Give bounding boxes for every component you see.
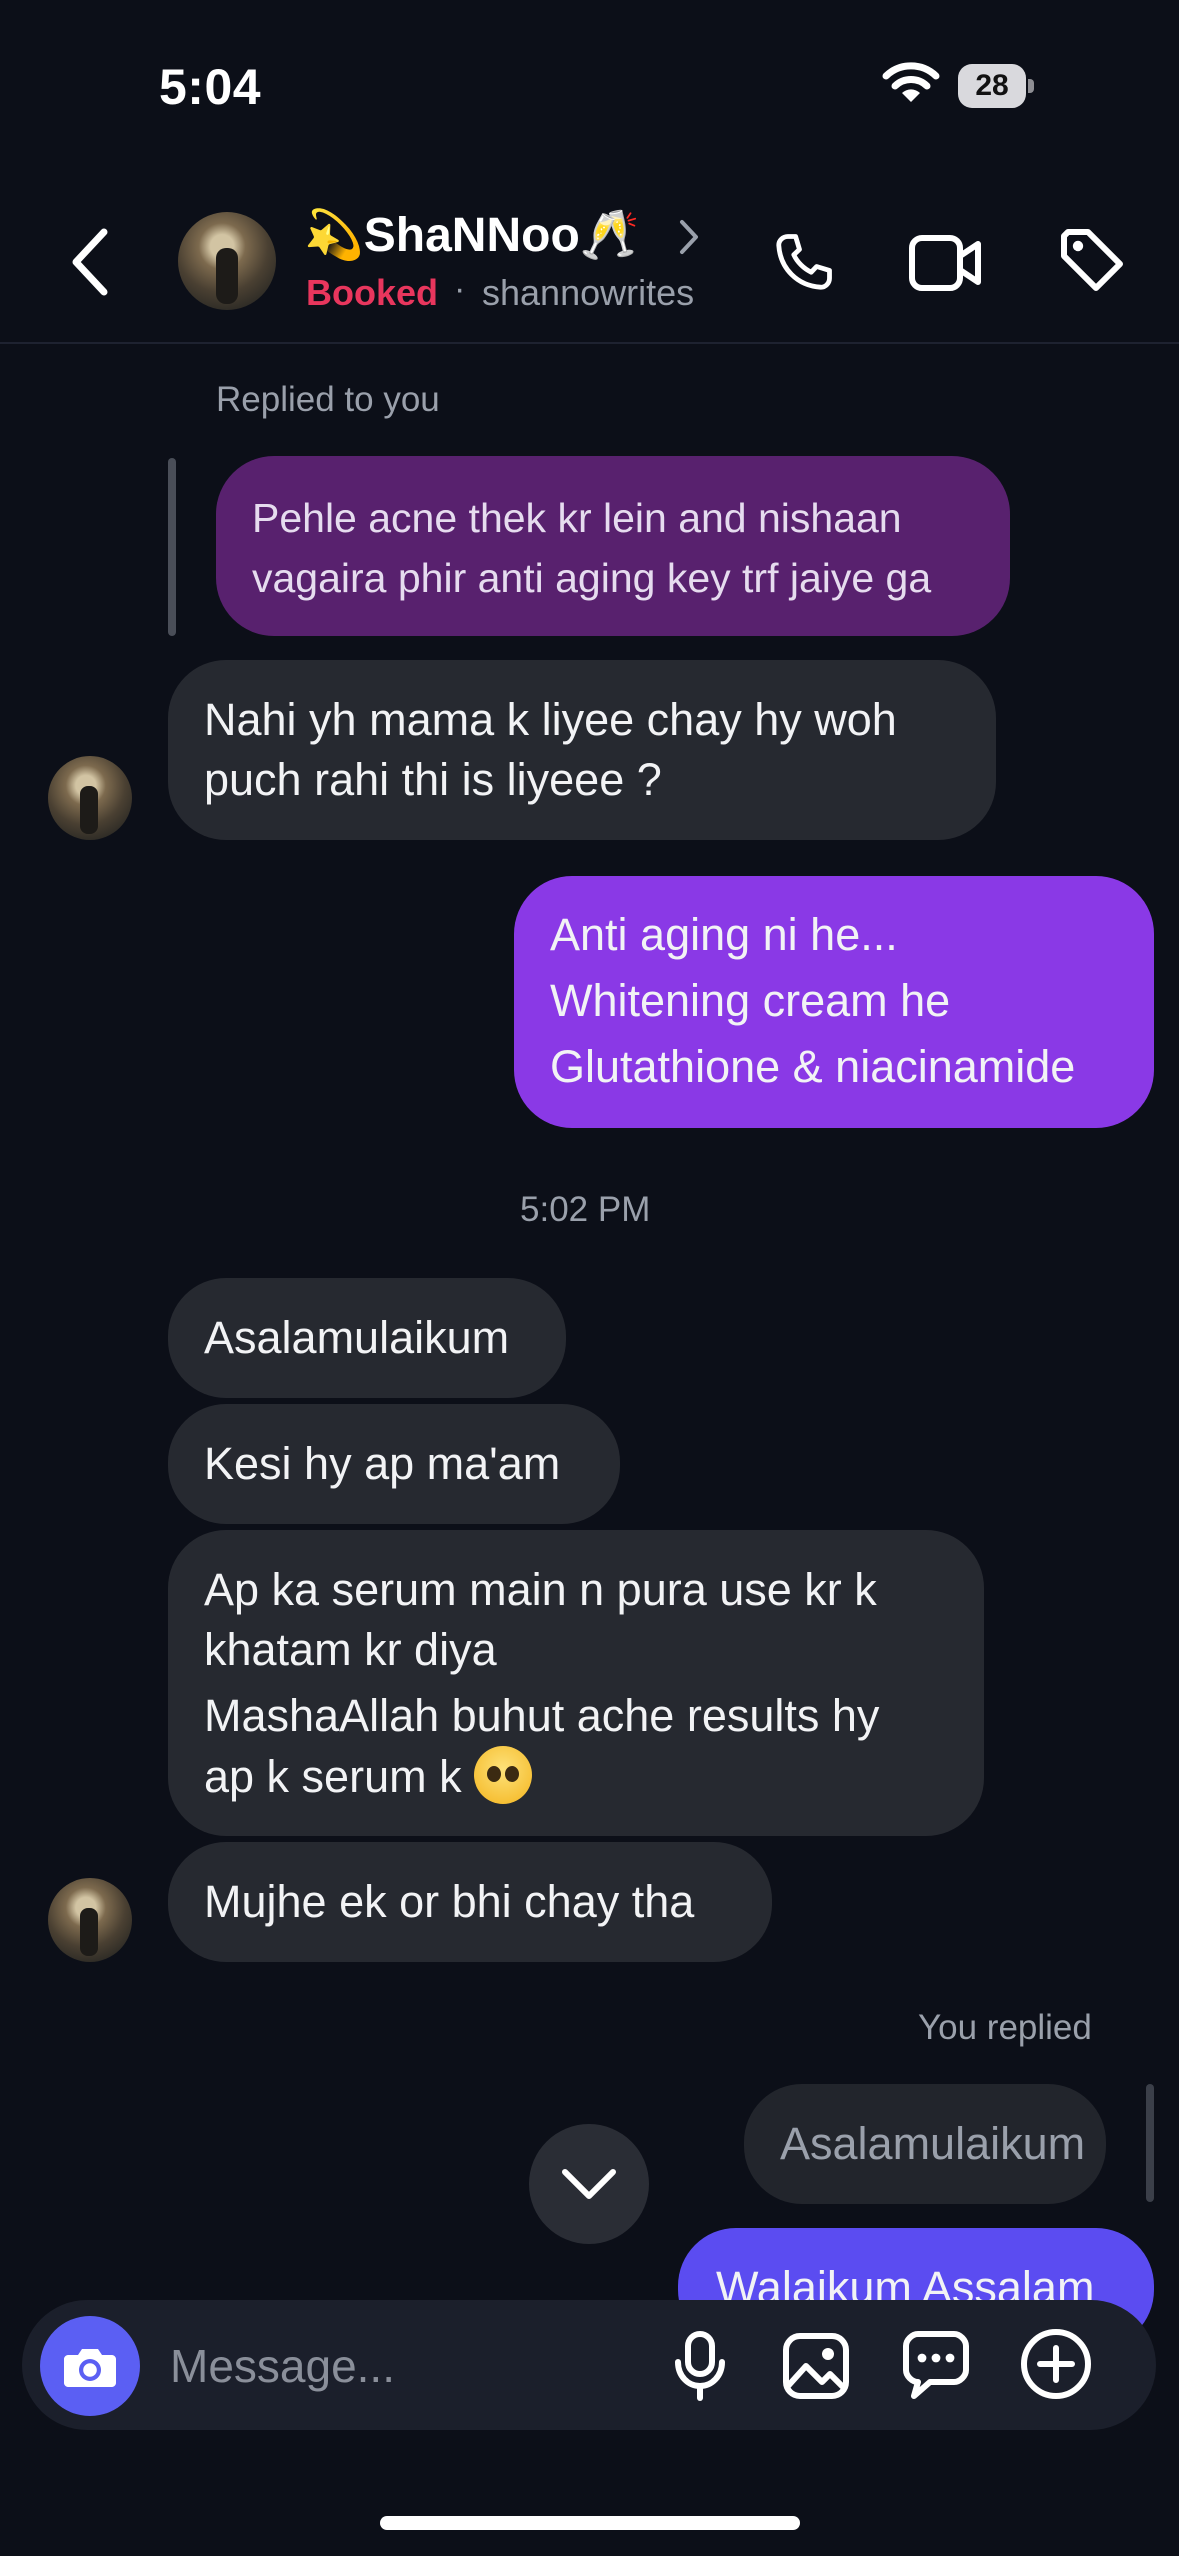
chevron-down-icon [562, 2169, 616, 2199]
message-line: ap k serum k [204, 1746, 948, 1807]
message-text: Asalamulaikum [780, 2118, 1086, 2169]
camera-icon [64, 2349, 116, 2387]
wifi-icon [882, 62, 940, 102]
message-line: Nahi yh mama k liyee chay hy woh [204, 694, 897, 745]
incoming-message[interactable]: Nahi yh mama k liyee chay hy woh puch ra… [168, 660, 996, 840]
message-line: puch rahi thi is liyeee ? [204, 754, 662, 805]
message-input[interactable] [170, 2328, 650, 2404]
battery-indicator: 28 [958, 64, 1034, 108]
contact-status-badge: Booked [306, 272, 439, 313]
contact-avatar[interactable] [178, 212, 276, 310]
chat-header: 💫ShaNNoo🥂 Booked · shannowrites [0, 180, 1179, 344]
message-line: khatam kr diya [204, 1624, 497, 1675]
battery-level: 28 [975, 69, 1009, 102]
sticker-icon[interactable] [902, 2330, 970, 2400]
you-replied-label: You replied [918, 2008, 1092, 2047]
outgoing-message[interactable]: Anti aging ni he... Whitening cream he G… [514, 876, 1154, 1128]
microphone-icon[interactable] [670, 2330, 730, 2402]
message-line: MashaAllah buhut ache results hy [204, 1690, 880, 1741]
tag-icon[interactable] [1056, 224, 1128, 296]
gallery-icon[interactable] [782, 2332, 850, 2400]
home-indicator[interactable] [380, 2516, 800, 2530]
message-text: Asalamulaikum [204, 1312, 510, 1363]
sender-avatar[interactable] [48, 1878, 132, 1962]
timestamp: 5:02 PM [520, 1190, 651, 1229]
status-time: 5:04 [159, 59, 262, 115]
message-line: Ap ka serum main n pura use kr k [204, 1564, 877, 1615]
chevron-right-icon[interactable] [676, 216, 702, 258]
message-composer [22, 2300, 1156, 2430]
message-line: Glutathione & niacinamide [550, 1041, 1076, 1092]
scroll-to-bottom-button[interactable] [529, 2124, 649, 2244]
video-camera-icon[interactable] [908, 232, 984, 294]
back-icon[interactable] [66, 224, 116, 300]
camera-button[interactable] [40, 2316, 140, 2416]
header-separator: · [454, 270, 466, 308]
reply-quote-bar [1146, 2084, 1154, 2202]
pleading-face-emoji [474, 1746, 533, 1804]
contact-name[interactable]: 💫ShaNNoo🥂 [304, 206, 640, 263]
incoming-message[interactable]: Ap ka serum main n pura use kr k khatam … [168, 1530, 984, 1836]
message-text: Mujhe ek or bhi chay tha [204, 1876, 695, 1927]
you-replied-quote[interactable]: Asalamulaikum [744, 2084, 1106, 2204]
quoted-outgoing-message[interactable]: Pehle acne thek kr lein and nishaan vaga… [216, 456, 1010, 636]
message-line: Anti aging ni he... [550, 909, 898, 960]
phone-icon[interactable] [768, 226, 840, 298]
sender-avatar[interactable] [48, 756, 132, 840]
message-line: Pehle acne thek kr lein and nishaan [252, 495, 902, 541]
plus-circle-icon[interactable] [1020, 2328, 1092, 2400]
message-line-text: ap k serum k [204, 1751, 462, 1802]
contact-handle: shannowrites [482, 272, 695, 313]
message-line: vagaira phir anti aging key trf jaiye ga [252, 555, 932, 601]
incoming-message[interactable]: Asalamulaikum [168, 1278, 566, 1398]
replied-to-you-label: Replied to you [216, 380, 440, 419]
reply-quote-bar [168, 458, 176, 636]
incoming-message[interactable]: Mujhe ek or bhi chay tha [168, 1842, 772, 1962]
message-line: Whitening cream he [550, 975, 951, 1026]
incoming-message[interactable]: Kesi hy ap ma'am [168, 1404, 620, 1524]
message-text: Kesi hy ap ma'am [204, 1438, 561, 1489]
